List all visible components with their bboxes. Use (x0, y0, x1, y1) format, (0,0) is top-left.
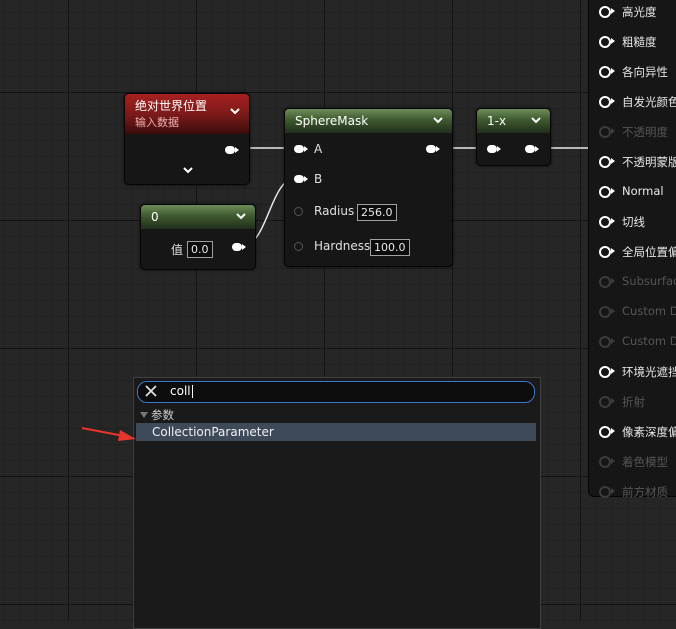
material-input-label: 折射 (622, 395, 645, 409)
input-pin-icon[interactable] (599, 366, 611, 378)
input-pin-icon[interactable] (599, 456, 611, 468)
material-result-node[interactable]: 高光度粗糙度各向异性自发光颜色不透明度不透明蒙版 Normal 切线全局位置偏移 Su… (588, 0, 676, 499)
pin-arrow-icon (611, 338, 615, 344)
node-one-minus[interactable]: 1-x (476, 108, 551, 166)
annotation-arrow-icon (81, 427, 136, 441)
input-pin-b[interactable] (294, 175, 308, 183)
input-pin-icon[interactable] (599, 486, 611, 498)
node-title: 1-x (487, 114, 507, 128)
pin-arrow-icon (611, 68, 615, 74)
input-pin-icon[interactable] (599, 276, 611, 288)
pin-b-label: B (314, 172, 323, 186)
pin-arrow-icon (611, 488, 615, 494)
input-pin-icon[interactable] (599, 156, 611, 168)
material-input-label: Custom Da (622, 304, 676, 318)
category-label: 参数 (151, 408, 174, 422)
pin-arrow-icon (611, 398, 615, 404)
pin-a-label: A (314, 142, 323, 156)
input-pin-a[interactable] (294, 145, 308, 153)
material-input-label: 前方材质 (622, 485, 668, 499)
expand-chevron-icon[interactable] (181, 166, 195, 176)
node-constant[interactable]: 0 值 0.0 (140, 204, 256, 270)
input-pin-icon[interactable] (599, 66, 611, 78)
chevron-down-icon[interactable] (529, 113, 543, 127)
node-header[interactable]: 绝对世界位置 输入数据 (125, 94, 249, 134)
node-title: SphereMask (295, 114, 369, 128)
text-caret (191, 385, 193, 398)
hardness-label: Hardness (314, 239, 371, 253)
output-pin[interactable] (232, 243, 246, 251)
pin-arrow-icon (611, 128, 615, 134)
pin-arrow-icon (611, 38, 615, 44)
input-pin-icon[interactable] (599, 126, 611, 138)
search-input[interactable]: coll (137, 381, 535, 403)
value-field[interactable]: 0.0 (187, 241, 213, 258)
input-pin-icon[interactable] (599, 6, 611, 18)
material-input-label: 环境光遮挡 (622, 365, 676, 379)
input-pin-icon[interactable] (599, 246, 611, 258)
pin-arrow-icon (611, 458, 615, 464)
chevron-down-icon[interactable] (431, 113, 445, 127)
output-pin[interactable] (525, 145, 539, 153)
input-pin-icon[interactable] (599, 216, 611, 228)
pin-arrow-icon (611, 188, 615, 194)
material-input-label: 不透明度 (622, 125, 668, 139)
input-pin-icon[interactable] (599, 336, 611, 348)
node-title: 0 (151, 210, 159, 224)
input-pin[interactable] (487, 145, 501, 153)
material-input-label: Custom Da (622, 334, 676, 348)
input-pin-icon[interactable] (599, 36, 611, 48)
material-input-label: 全局位置偏移 (622, 245, 676, 259)
pin-arrow-icon (611, 8, 615, 14)
node-title: 绝对世界位置 (135, 99, 208, 113)
material-input-label: 像素深度偏移 (622, 425, 676, 439)
node-world-position[interactable]: 绝对世界位置 输入数据 (124, 93, 250, 185)
pin-arrow-icon (611, 368, 615, 374)
chevron-down-icon[interactable] (228, 104, 242, 118)
material-input-label: 不透明蒙版 (622, 155, 676, 169)
chevron-down-icon[interactable] (234, 209, 248, 223)
material-input-label: 切线 (622, 215, 645, 229)
pin-arrow-icon (611, 308, 615, 314)
output-pin[interactable] (426, 145, 440, 153)
pin-arrow-icon (611, 218, 615, 224)
material-input-label: 各向异性 (622, 65, 668, 79)
pin-arrow-icon (611, 248, 615, 254)
hardness-field[interactable]: 100.0 (370, 239, 410, 256)
collapse-arrow-icon[interactable] (140, 412, 148, 418)
material-input-label: Normal (622, 184, 664, 198)
material-input-label: 自发光颜色 (622, 95, 676, 109)
material-input-label: 高光度 (622, 5, 657, 19)
node-header[interactable]: SphereMask (285, 109, 452, 133)
pin-arrow-icon (611, 158, 615, 164)
output-pin[interactable] (225, 146, 239, 154)
input-pin-icon[interactable] (599, 306, 611, 318)
material-input-label: 着色模型 (622, 455, 668, 469)
context-menu-popup[interactable]: coll 参数 CollectionParameter (133, 377, 541, 629)
value-label: 值 (171, 243, 184, 257)
material-input-label: 粗糙度 (622, 35, 657, 49)
pin-arrow-icon (611, 98, 615, 104)
input-pin-icon[interactable] (599, 96, 611, 108)
pin-arrow-icon (611, 278, 615, 284)
category-header[interactable]: 参数 (140, 407, 174, 423)
pin-arrow-icon (611, 428, 615, 434)
node-sphere-mask[interactable]: SphereMask A B Radius 256.0 Hardness 100… (284, 108, 453, 267)
node-header[interactable]: 0 (141, 205, 255, 229)
search-query: coll (170, 384, 193, 398)
input-pin-icon[interactable] (599, 396, 611, 408)
node-subtitle: 输入数据 (135, 116, 179, 129)
material-input-label: Subsurface (622, 274, 676, 288)
input-pin-hardness[interactable] (294, 242, 303, 251)
radius-label: Radius (314, 204, 355, 218)
close-icon[interactable] (144, 384, 158, 398)
input-pin-radius[interactable] (294, 207, 303, 216)
result-item-collection-parameter[interactable]: CollectionParameter (136, 423, 536, 441)
radius-field[interactable]: 256.0 (357, 204, 397, 221)
node-header[interactable]: 1-x (477, 109, 550, 133)
input-pin-icon[interactable] (599, 426, 611, 438)
input-pin-icon[interactable] (599, 186, 611, 198)
